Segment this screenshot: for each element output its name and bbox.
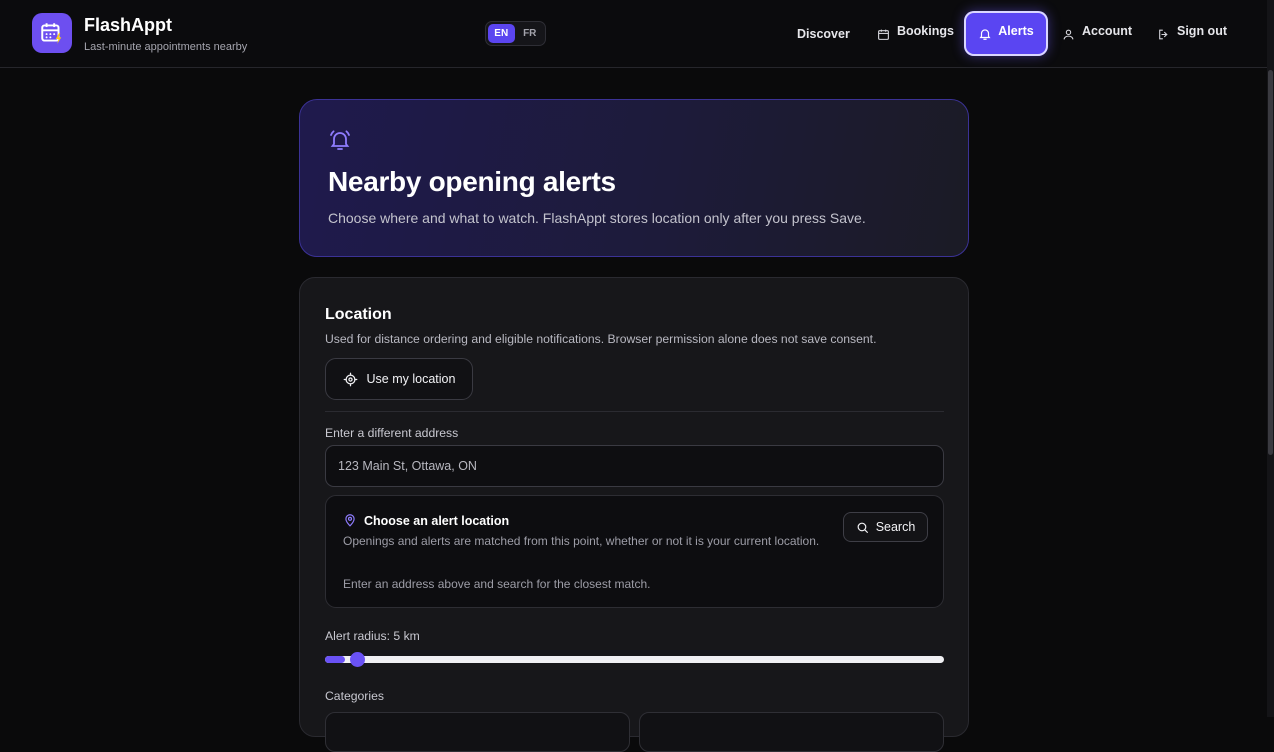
page-subtitle: Choose where and what to watch. FlashApp…: [328, 210, 866, 226]
nav-account-label: Account: [1082, 24, 1132, 38]
language-switcher: EN FR: [485, 21, 546, 46]
alert-radius-fill: [325, 656, 346, 663]
address-input[interactable]: [325, 445, 944, 487]
nav-sign-out[interactable]: Sign out: [1157, 0, 1227, 68]
categories-label: Categories: [325, 689, 384, 703]
nav-account[interactable]: Account: [1062, 0, 1132, 68]
search-button[interactable]: Search: [843, 512, 928, 542]
address-label: Enter a different address: [325, 426, 459, 440]
sign-out-icon: [1159, 29, 1168, 39]
map-pin-icon: [345, 514, 355, 527]
use-my-location-button[interactable]: Use my location: [325, 358, 473, 400]
search-button-label: Search: [875, 520, 916, 534]
scrollbar[interactable]: [1267, 0, 1274, 717]
alert-location-panel: Choose an alert location Openings and al…: [325, 495, 944, 608]
brand-tagline: Last-minute appointments nearby: [84, 41, 248, 53]
bell-icon: [979, 28, 991, 40]
alerts-hero: Nearby opening alerts Choose where and w…: [299, 99, 969, 257]
alert-radius-thumb[interactable]: [350, 652, 366, 667]
alert-location-hint: Enter an address above and search for th…: [343, 577, 651, 591]
calendar-bolt-icon: [41, 23, 62, 44]
language-option-en[interactable]: EN: [488, 24, 515, 43]
scrollbar-thumb[interactable]: [1268, 70, 1273, 455]
location-description: Used for distance ordering and eligible …: [325, 332, 877, 346]
page-title: Nearby opening alerts: [328, 166, 616, 197]
search-icon: [857, 522, 868, 533]
user-icon: [1063, 29, 1074, 39]
language-option-fr[interactable]: FR: [517, 24, 544, 43]
location-title: Location: [325, 306, 392, 323]
nav-sign-out-label: Sign out: [1177, 24, 1227, 38]
nav-discover[interactable]: Discover: [797, 0, 850, 68]
nav-discover-label: Discover: [797, 27, 850, 41]
alert-location-description: Openings and alerts are matched from thi…: [343, 534, 820, 548]
nav-bookings-label: Bookings: [897, 24, 954, 38]
use-my-location-label: Use my location: [366, 372, 456, 386]
location-card: Location Used for distance ordering and …: [299, 277, 969, 752]
nav-alerts-label: Alerts: [998, 23, 1034, 38]
divider: [325, 411, 944, 412]
brand-name: FlashAppt: [84, 15, 172, 35]
brand-logo[interactable]: [32, 13, 72, 53]
nav-bookings[interactable]: Bookings: [877, 0, 954, 68]
alert-location-title: Choose an alert location: [364, 514, 510, 528]
calendar-icon: [878, 29, 889, 40]
category-option[interactable]: [639, 712, 944, 752]
crosshair-icon: [343, 372, 357, 386]
alert-radius-slider[interactable]: [325, 652, 944, 667]
top-bar: FlashAppt Last-minute appointments nearb…: [0, 0, 1274, 68]
nav-alerts[interactable]: Alerts: [964, 11, 1048, 56]
category-option[interactable]: [325, 712, 630, 752]
bell-ringing-icon: [330, 130, 350, 150]
alert-radius-label: Alert radius: 5 km: [325, 629, 420, 643]
